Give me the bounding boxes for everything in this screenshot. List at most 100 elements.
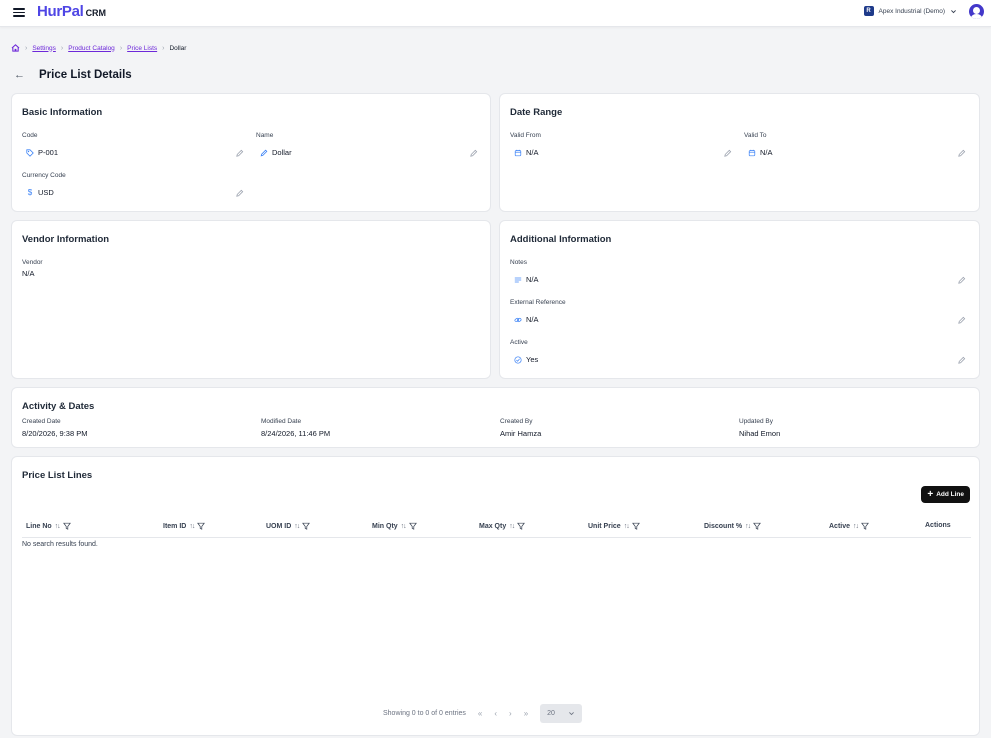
sort-icon[interactable]: ↑↓ [189, 523, 195, 530]
edit-external-reference-icon[interactable] [957, 316, 966, 325]
edit-active-icon[interactable] [957, 356, 966, 365]
page-size-value: 20 [547, 710, 555, 717]
sort-icon[interactable]: ↑↓ [624, 523, 630, 530]
column-unit-price[interactable]: Unit Price ↑↓ [588, 522, 640, 530]
card-title: Date Range [510, 107, 563, 118]
filter-icon[interactable] [517, 522, 526, 530]
first-page-icon[interactable]: « [478, 709, 482, 718]
logo-text: HurPal [37, 3, 84, 20]
edit-code-icon[interactable] [235, 149, 244, 158]
menu-icon[interactable] [13, 6, 25, 18]
sort-icon[interactable]: ↑↓ [401, 523, 407, 530]
code-value: P-001 [38, 148, 59, 157]
breadcrumb-settings[interactable]: Settings [32, 45, 56, 52]
active-field: Yes [514, 355, 538, 364]
filter-icon[interactable] [861, 522, 869, 530]
column-label: Active [829, 522, 851, 530]
sort-icon[interactable]: ↑↓ [294, 523, 300, 530]
org-badge-icon: R [863, 6, 874, 16]
prev-page-icon[interactable]: ‹ [494, 709, 497, 718]
sort-icon[interactable]: ↑↓ [509, 523, 515, 530]
column-max-qty[interactable]: Max Qty ↑↓ [479, 522, 526, 530]
filter-icon[interactable] [62, 522, 71, 530]
sort-icon[interactable]: ↑↓ [55, 523, 61, 530]
card-title: Activity & Dates [22, 401, 95, 412]
sort-icon[interactable]: ↑↓ [853, 523, 859, 530]
user-avatar[interactable] [969, 4, 984, 19]
column-label: Item ID [163, 522, 187, 530]
column-label: Max Qty [479, 522, 507, 530]
active-label: Active [510, 339, 528, 346]
back-arrow-icon[interactable]: ← [14, 69, 25, 81]
column-min-qty[interactable]: Min Qty ↑↓ [372, 522, 417, 530]
filter-icon[interactable] [302, 522, 311, 530]
filter-icon[interactable] [408, 522, 417, 530]
currency-field: $ USD [26, 188, 54, 197]
card-title: Price List Lines [22, 470, 93, 481]
filter-icon[interactable] [197, 522, 206, 530]
calendar-icon [748, 149, 756, 156]
code-field: P-001 [26, 148, 58, 157]
add-line-button[interactable]: + Add Line [921, 486, 970, 503]
plus-icon: + [927, 488, 934, 500]
edit-notes-icon[interactable] [957, 276, 966, 285]
edit-name-icon[interactable] [469, 149, 478, 158]
created-date-label: Created Date [22, 418, 61, 425]
pagination-summary: Showing 0 to 0 of 0 entries [383, 710, 466, 717]
edit-valid-from-icon[interactable] [723, 149, 732, 158]
app-logo[interactable]: HurPal CRM [37, 3, 106, 20]
column-label: UOM ID [266, 522, 292, 530]
breadcrumb-price-lists[interactable]: Price Lists [127, 45, 157, 52]
column-line-no[interactable]: Line No ↑↓ [26, 522, 71, 530]
calendar-icon [514, 149, 522, 156]
sort-icon[interactable]: ↑↓ [745, 523, 751, 530]
org-name: Apex Industrial (Demo) [878, 7, 945, 15]
breadcrumb-separator: › [119, 44, 123, 52]
currency-value: USD [38, 188, 54, 197]
next-page-icon[interactable]: › [509, 709, 512, 718]
external-reference-label: External Reference [510, 299, 566, 306]
page-title: Price List Details [39, 69, 132, 81]
basic-information-card: Basic Information Code P-001 Name Dollar… [11, 93, 491, 212]
home-icon[interactable] [11, 44, 20, 52]
edit-currency-icon[interactable] [235, 189, 244, 198]
check-circle-icon [514, 355, 522, 364]
additional-information-card: Additional Information Notes N/A Externa… [499, 220, 980, 379]
breadcrumb: › Settings › Product Catalog › Price Lis… [11, 44, 186, 52]
column-label: Min Qty [372, 522, 398, 530]
column-active[interactable]: Active ↑↓ [829, 522, 869, 530]
column-label: Unit Price [588, 522, 621, 530]
column-discount[interactable]: Discount % ↑↓ [704, 522, 762, 530]
updated-by-label: Updated By [739, 418, 773, 425]
date-range-card: Date Range Valid From N/A Valid To N/A [499, 93, 980, 212]
valid-to-label: Valid To [744, 132, 767, 139]
name-label: Name [256, 132, 274, 139]
external-reference-field: N/A [514, 315, 539, 324]
notes-label: Notes [510, 259, 527, 266]
chevron-down-icon [569, 712, 575, 716]
edit-valid-to-icon[interactable] [957, 149, 966, 158]
logo-sub-text: CRM [85, 8, 107, 18]
card-title: Basic Information [22, 107, 103, 118]
lines-icon [514, 277, 522, 282]
filter-icon[interactable] [631, 522, 640, 530]
created-date-value: 8/20/2026, 9:38 PM [22, 429, 88, 438]
page-size-select[interactable]: 20 [540, 704, 583, 723]
currency-label: Currency Code [22, 172, 66, 179]
name-field: Dollar [260, 148, 292, 157]
column-item-id[interactable]: Item ID ↑↓ [163, 522, 206, 530]
column-uom-id[interactable]: UOM ID ↑↓ [266, 522, 311, 530]
code-label: Code [22, 132, 38, 139]
breadcrumb-separator: › [25, 44, 28, 52]
breadcrumb-current: Dollar [169, 44, 187, 52]
link-icon [514, 317, 522, 322]
updated-by-value: Nihad Emon [739, 429, 781, 438]
notes-value: N/A [526, 275, 539, 284]
breadcrumb-product-catalog[interactable]: Product Catalog [68, 45, 115, 52]
last-page-icon[interactable]: » [524, 709, 528, 718]
name-value: Dollar [272, 148, 292, 157]
org-switcher[interactable]: R Apex Industrial (Demo) [863, 6, 957, 16]
activity-dates-card: Activity & Dates Created Date 8/20/2026,… [11, 387, 980, 448]
created-by-label: Created By [500, 418, 533, 425]
filter-icon[interactable] [753, 522, 762, 530]
